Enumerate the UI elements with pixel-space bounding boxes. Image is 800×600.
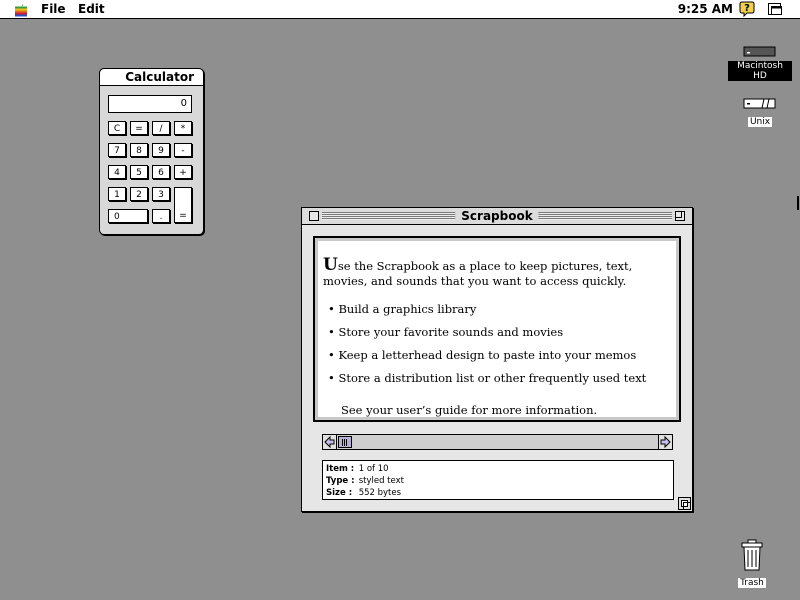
trash-icon <box>741 539 763 571</box>
calc-key-decimal[interactable]: . <box>152 209 170 223</box>
application-menu-icon[interactable] <box>767 2 783 16</box>
intro-paragraph: Use the Scrapbook as a place to keep pic… <box>323 255 668 289</box>
calc-key-7[interactable]: 7 <box>108 143 126 157</box>
desktop-icon-macintosh-hd[interactable]: Macintosh HD <box>728 44 792 81</box>
menubar-clock[interactable]: 9:25 AM <box>678 2 733 16</box>
bullet-item: • Keep a letterhead design to paste into… <box>328 348 637 362</box>
menu-bar: File Edit 9:25 AM ? <box>0 0 800 19</box>
edit-menu[interactable]: Edit <box>78 2 105 16</box>
calc-key-8[interactable]: 8 <box>130 143 148 157</box>
scroll-thumb[interactable] <box>338 436 352 448</box>
scrapbook-content-area[interactable]: Use the Scrapbook as a place to keep pic… <box>313 236 681 422</box>
calculator-title[interactable]: Calculator <box>100 69 203 86</box>
calc-key-1[interactable]: 1 <box>108 187 126 201</box>
close-box-icon[interactable] <box>309 211 319 221</box>
item-value: 1 of 10 <box>358 464 389 474</box>
calculator-display: 0 <box>108 95 192 113</box>
desktop-icon-label: Trash <box>738 578 766 588</box>
calc-key-5[interactable]: 5 <box>130 165 148 179</box>
scroll-left-arrow[interactable] <box>323 435 337 449</box>
size-value: 552 bytes <box>358 488 402 498</box>
hard-disk-icon <box>743 46 776 57</box>
calc-key-2[interactable]: 2 <box>130 187 148 201</box>
type-row: Type : styled text <box>326 475 670 487</box>
calc-key-divide[interactable]: / <box>152 121 170 135</box>
bullet-item: • Build a graphics library <box>328 302 477 316</box>
intro-text: se the Scrapbook as a place to keep pict… <box>323 259 633 288</box>
calc-key-0[interactable]: 0 <box>108 209 148 223</box>
calc-key-9[interactable]: 9 <box>152 143 170 157</box>
zoom-box-icon[interactable] <box>675 211 685 221</box>
calc-key-minus[interactable]: - <box>174 143 192 157</box>
calc-key-plus[interactable]: + <box>174 165 192 179</box>
grow-box-outer <box>683 502 691 510</box>
calc-key-clear[interactable]: C <box>108 121 126 135</box>
intro-dropcap: U <box>323 255 338 275</box>
bullet-item: • Store a distribution list or other fre… <box>328 371 647 385</box>
desktop-icon-unix[interactable]: Unix <box>738 96 782 127</box>
scrapbook-titlebar[interactable]: Scrapbook <box>302 208 692 225</box>
calc-key-3[interactable]: 3 <box>152 187 170 201</box>
users-guide-note: See your user’s guide for more informati… <box>341 403 598 417</box>
scrapbook-title: Scrapbook <box>455 209 539 224</box>
help-menu-icon[interactable]: ? <box>738 1 756 17</box>
thumb-grip <box>342 439 348 446</box>
screen-edge-marker <box>797 196 799 210</box>
file-menu[interactable]: File <box>41 2 66 16</box>
desktop-icon-label: Macintosh HD <box>728 61 792 81</box>
apple-menu-icon[interactable] <box>14 3 28 17</box>
scroll-right-arrow[interactable] <box>658 435 672 449</box>
floppy-disk-icon <box>743 98 776 109</box>
item-key: Item : <box>326 464 355 474</box>
left-arrow-icon <box>324 435 335 449</box>
desktop-icon-label: Unix <box>747 117 773 127</box>
bullet-item: • Store your favorite sounds and movies <box>328 325 564 339</box>
calc-key-6[interactable]: 6 <box>152 165 170 179</box>
type-value: styled text <box>358 476 404 486</box>
size-row: Size : 552 bytes <box>326 487 670 499</box>
scrapbook-window: Scrapbook Use the Scrapbook as a place t… <box>301 207 693 512</box>
calculator-window: Calculator 0 C = / * 7 8 9 - 4 5 6 + 1 2… <box>99 68 204 235</box>
calc-key-4[interactable]: 4 <box>108 165 126 179</box>
zoom-box-inner <box>676 212 682 218</box>
calc-key-equals-top[interactable]: = <box>130 121 148 135</box>
horizontal-scrollbar[interactable] <box>322 434 673 450</box>
size-key: Size : <box>326 488 353 498</box>
right-arrow-icon <box>660 435 671 449</box>
svg-text:?: ? <box>744 3 750 14</box>
calc-key-multiply[interactable]: * <box>174 121 192 135</box>
calc-key-enter[interactable]: = <box>174 187 192 223</box>
type-key: Type : <box>326 476 355 486</box>
desktop-icon-trash[interactable]: Trash <box>732 539 772 588</box>
grow-box-icon[interactable] <box>678 497 691 510</box>
item-row: Item : 1 of 10 <box>326 463 670 475</box>
item-info-box: Item : 1 of 10 Type : styled text Size :… <box>322 460 674 500</box>
